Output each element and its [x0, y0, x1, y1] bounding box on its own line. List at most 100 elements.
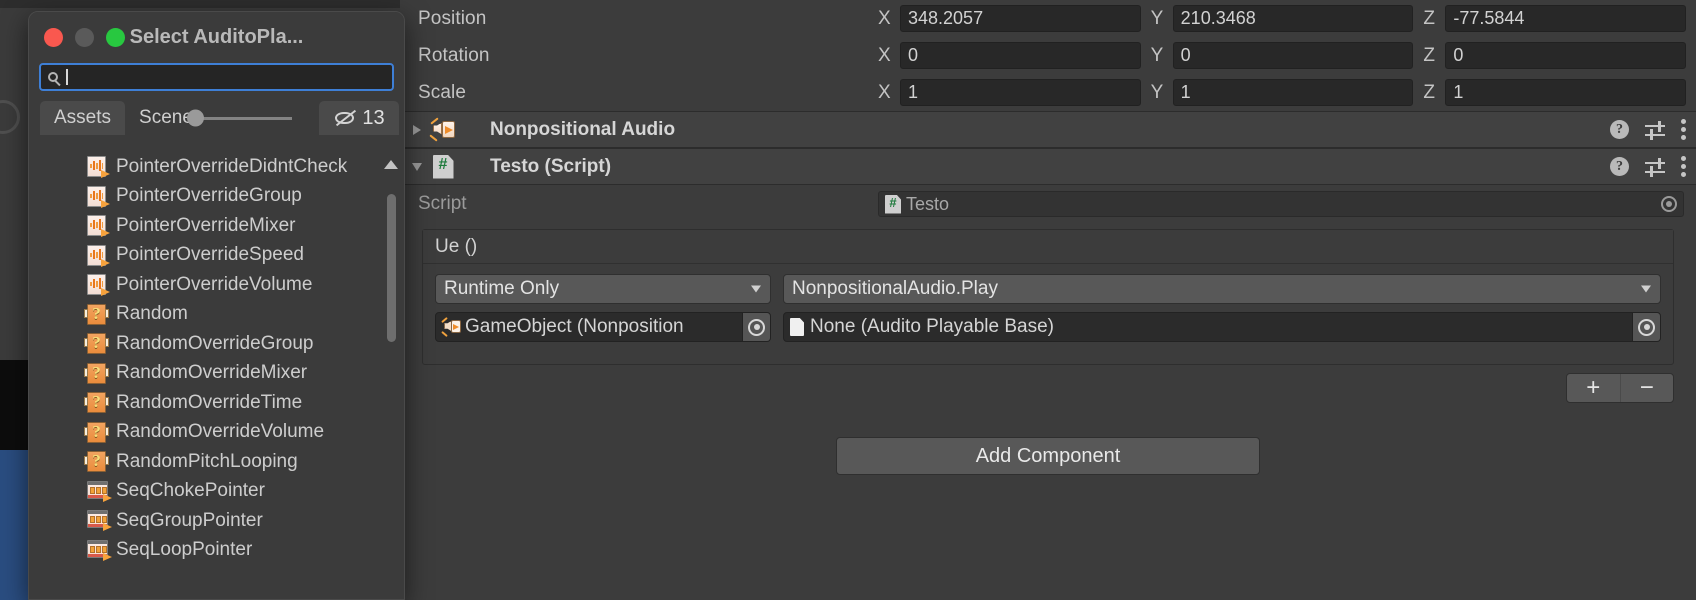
- background-top-band: [0, 0, 432, 8]
- zoom-button-icon[interactable]: [106, 28, 125, 47]
- hidden-objects-badge[interactable]: 13: [319, 101, 399, 135]
- list-item-label: RandomOverrideMixer: [116, 362, 308, 384]
- list-item[interactable]: ? Random: [29, 300, 404, 330]
- question-prefab-icon: ?: [84, 451, 109, 473]
- scale-z-input[interactable]: 1: [1445, 79, 1687, 106]
- audio-clip-icon: [87, 215, 110, 238]
- preset-icon[interactable]: [1645, 157, 1665, 177]
- minimize-button-icon[interactable]: [75, 28, 94, 47]
- foldout-toggle-testo-script[interactable]: [406, 149, 428, 184]
- object-picker-icon[interactable]: [742, 313, 770, 341]
- list-item-label: RandomOverrideTime: [116, 391, 303, 413]
- scroll-up-arrow-icon[interactable]: [384, 160, 398, 169]
- component-actions-nonpositional-audio: ?: [1610, 112, 1686, 147]
- help-icon[interactable]: ?: [1610, 157, 1629, 176]
- object-picker-icon[interactable]: [1661, 196, 1677, 212]
- list-item[interactable]: ? RandomOverrideMixer: [29, 359, 404, 389]
- event-argument-value: None (Audito Playable Base): [810, 316, 1054, 337]
- audio-clip-icon: [87, 244, 110, 267]
- kebab-menu-icon[interactable]: [1681, 156, 1686, 177]
- list-item-label: RandomOverrideVolume: [116, 421, 325, 443]
- window-titlebar[interactable]: Select AuditoPla...: [29, 12, 404, 63]
- question-prefab-icon: ?: [84, 421, 109, 443]
- position-z-input[interactable]: -77.5844: [1445, 5, 1687, 32]
- object-picker-icon[interactable]: [1632, 313, 1660, 341]
- list-item[interactable]: PointerOverrideMixer: [29, 211, 404, 241]
- component-header-testo-script[interactable]: # Testo (Script) ?: [400, 148, 1696, 185]
- position-x-input[interactable]: 348.2057: [900, 5, 1141, 32]
- inspector-panel: Position X 348.2057 Y 210.3468 Z -77.584…: [400, 0, 1696, 600]
- scale-y-input[interactable]: 1: [1172, 79, 1414, 106]
- add-listener-button[interactable]: +: [1567, 374, 1621, 402]
- chevron-down-icon: [751, 285, 761, 293]
- scale-x-input[interactable]: 1: [900, 79, 1141, 106]
- event-function-dropdown[interactable]: NonpositionalAudio.Play: [783, 274, 1661, 304]
- list-item[interactable]: PointerOverrideGroup: [29, 182, 404, 212]
- unity-event-title: Ue (): [423, 230, 1673, 264]
- add-component-button[interactable]: Add Component: [836, 437, 1260, 475]
- axis-label-z: Z: [1423, 81, 1435, 103]
- csharp-script-icon: #: [428, 154, 458, 179]
- list-scrollbar-thumb[interactable]: [387, 194, 396, 342]
- help-icon[interactable]: ?: [1610, 120, 1629, 139]
- list-item[interactable]: ? RandomPitchLooping: [29, 447, 404, 477]
- list-item[interactable]: ? RandomOverrideTime: [29, 388, 404, 418]
- preset-icon[interactable]: [1645, 120, 1665, 140]
- list-item[interactable]: ? RandomOverrideVolume: [29, 418, 404, 448]
- zoom-slider-knob[interactable]: [186, 109, 204, 127]
- list-item[interactable]: PointerOverrideSpeed: [29, 241, 404, 271]
- background-black-strip: [0, 360, 30, 450]
- list-item-label: SeqChokePointer: [116, 480, 265, 502]
- list-item-label: SeqGroupPointer: [116, 509, 263, 531]
- unity-event-box: Ue () Runtime Only NonpositionalAudio.Pl…: [422, 229, 1674, 365]
- transform-row-scale: Scale X 1 Y 1 Z 1: [400, 74, 1696, 111]
- list-item-label: PointerOverrideMixer: [116, 214, 296, 236]
- question-prefab-icon: ?: [84, 392, 109, 414]
- object-picker-window: Select AuditoPla... Assets Scene 13 Poin…: [28, 11, 405, 600]
- component-header-nonpositional-audio[interactable]: Nonpositional Audio ?: [400, 111, 1696, 148]
- unity-event-entry-row-1: Runtime Only NonpositionalAudio.Play: [435, 274, 1661, 304]
- search-input[interactable]: [39, 63, 394, 91]
- rotation-z-cell: Z 0: [1423, 42, 1696, 69]
- tab-scene-label: Scene: [139, 107, 193, 128]
- asset-list[interactable]: PointerOverrideDidntCheck PointerOverrid…: [29, 152, 404, 599]
- background-circle-decoration: [0, 100, 20, 134]
- position-z-cell: Z -77.5844: [1423, 5, 1696, 32]
- sequence-icon: [87, 539, 112, 561]
- question-prefab-icon: ?: [84, 303, 109, 325]
- list-item[interactable]: PointerOverrideVolume: [29, 270, 404, 300]
- event-argument-field[interactable]: None (Audito Playable Base): [783, 312, 1661, 342]
- rotation-y-input[interactable]: 0: [1172, 42, 1414, 69]
- tab-scene[interactable]: Scene: [125, 101, 306, 135]
- chevron-right-icon: [413, 124, 421, 135]
- list-item[interactable]: SeqGroupPointer: [29, 506, 404, 536]
- nonpositional-audio-icon: [428, 116, 458, 142]
- transform-component: Position X 348.2057 Y 210.3468 Z -77.584…: [400, 0, 1696, 111]
- axis-label-x: X: [878, 7, 891, 29]
- list-item[interactable]: ? RandomOverrideGroup: [29, 329, 404, 359]
- list-item[interactable]: PointerOverrideDidntCheck: [29, 152, 404, 182]
- zoom-slider[interactable]: [186, 109, 292, 127]
- position-y-input[interactable]: 210.3468: [1172, 5, 1414, 32]
- script-object-field[interactable]: # Testo: [878, 191, 1684, 217]
- list-item-label: PointerOverrideSpeed: [116, 244, 304, 266]
- event-target-object-field[interactable]: GameObject (Nonposition: [435, 312, 771, 342]
- list-item-label: SeqLoopPointer: [116, 539, 253, 561]
- event-target-object-value: GameObject (Nonposition: [465, 316, 684, 337]
- kebab-menu-icon[interactable]: [1681, 119, 1686, 140]
- foldout-toggle-nonpositional-audio[interactable]: [406, 112, 428, 147]
- list-item[interactable]: SeqChokePointer: [29, 477, 404, 507]
- rotation-x-input[interactable]: 0: [900, 42, 1141, 69]
- screen-root: Position X 348.2057 Y 210.3468 Z -77.584…: [0, 0, 1696, 600]
- axis-label-z: Z: [1423, 44, 1435, 66]
- remove-listener-button[interactable]: −: [1621, 374, 1674, 402]
- tab-assets[interactable]: Assets: [40, 101, 126, 135]
- script-field-label: Script: [418, 193, 467, 214]
- script-reference-row: Script # Testo: [400, 185, 1696, 223]
- close-button-icon[interactable]: [44, 28, 63, 47]
- event-mode-dropdown[interactable]: Runtime Only: [435, 274, 771, 304]
- rotation-z-input[interactable]: 0: [1445, 42, 1687, 69]
- position-label: Position: [418, 7, 487, 29]
- position-y-cell: Y 210.3468: [1151, 5, 1424, 32]
- list-item[interactable]: SeqLoopPointer: [29, 536, 404, 566]
